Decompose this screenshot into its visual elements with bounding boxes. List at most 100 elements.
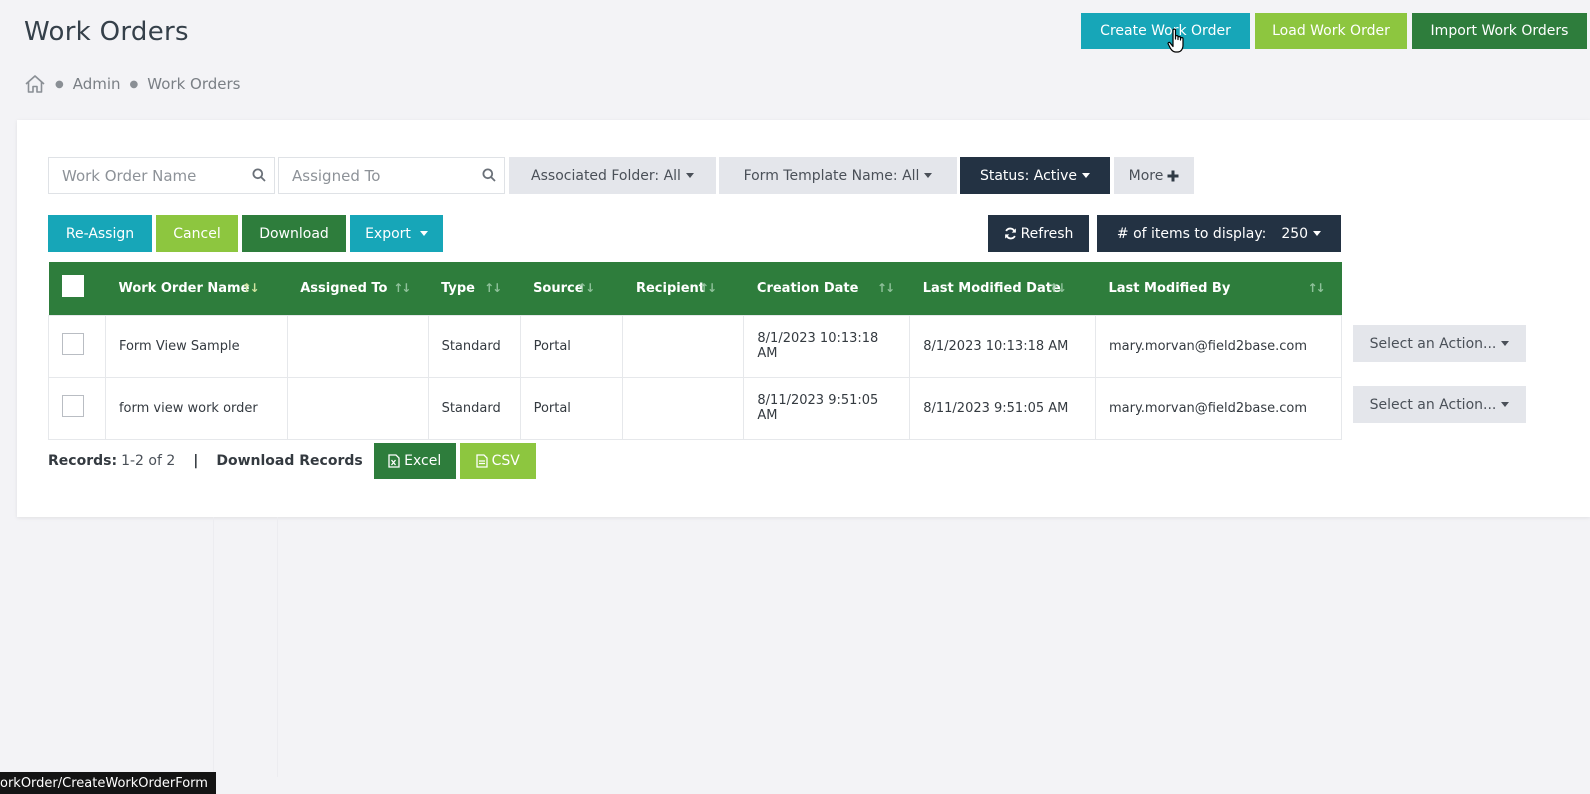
sort-asc-icon[interactable]: ↑↓: [241, 281, 259, 295]
associated-folder-dropdown[interactable]: Associated Folder: All: [509, 157, 716, 194]
excel-label: Excel: [404, 453, 442, 469]
column-header-assigned-to[interactable]: Assigned To ↑↓: [287, 262, 429, 315]
work-order-name-input[interactable]: [49, 165, 274, 186]
caret-down-icon: [1313, 231, 1322, 236]
import-work-orders-button[interactable]: Import Work Orders: [1412, 13, 1587, 49]
select-all-cell: [48, 262, 106, 315]
row-checkbox[interactable]: [62, 333, 84, 355]
sort-icon[interactable]: ↑↓: [1307, 281, 1325, 295]
items-label: # of items to display:: [1116, 225, 1267, 242]
caret-down-icon: [1501, 402, 1510, 407]
more-label: More: [1128, 167, 1164, 184]
row-action-select[interactable]: Select an Action...: [1353, 386, 1526, 423]
more-filters-button[interactable]: More: [1114, 157, 1194, 194]
excel-file-icon: [388, 454, 400, 468]
background-divider: [213, 517, 214, 777]
export-label: Export: [365, 225, 411, 242]
breadcrumb-separator: ●: [129, 78, 139, 90]
items-to-display-dropdown[interactable]: # of items to display: 250: [1097, 215, 1341, 252]
records-label: Records:: [48, 453, 118, 469]
breadcrumb: ● Admin ● Work Orders: [24, 74, 240, 94]
column-label: Last Modified Date: [922, 280, 1061, 296]
column-label: Type: [441, 280, 475, 296]
breadcrumb-separator: ●: [55, 78, 64, 90]
column-label: Last Modified By: [1108, 280, 1231, 296]
export-dropdown[interactable]: Export: [350, 215, 443, 252]
cell-source: Portal: [519, 314, 624, 378]
home-icon[interactable]: [24, 74, 46, 94]
sort-icon[interactable]: ↑↓: [877, 281, 895, 295]
work-order-name-search: [48, 157, 275, 194]
assigned-to-input[interactable]: [279, 165, 504, 186]
refresh-icon: [1004, 227, 1017, 240]
row-checkbox-cell: [48, 376, 106, 440]
hand-pointer-icon: [1167, 28, 1189, 58]
background-divider: [277, 517, 278, 777]
status-label: Status: Active: [979, 167, 1078, 184]
caret-down-icon: [685, 173, 694, 178]
sort-icon[interactable]: ↑↓: [699, 281, 717, 295]
column-header-last-modified-by[interactable]: Last Modified By ↑↓: [1095, 262, 1342, 315]
column-label: Recipient: [635, 280, 706, 296]
excel-download-button[interactable]: Excel: [373, 443, 456, 479]
cell-creation-date: 8/11/2023 9:51:05 AM: [743, 376, 911, 440]
top-actions: Create Work Order Load Work Order Import…: [1081, 13, 1587, 49]
plus-icon: [1167, 170, 1179, 182]
sort-icon[interactable]: ↑↓: [484, 281, 502, 295]
load-work-order-button[interactable]: Load Work Order: [1255, 13, 1407, 49]
search-icon[interactable]: [482, 168, 496, 182]
cancel-button[interactable]: Cancel: [156, 215, 238, 252]
table-header-row: Work Order Name ↑↓ Assigned To ↑↓ Type ↑↓ S…: [48, 262, 1342, 315]
cell-source: Portal: [519, 376, 624, 440]
breadcrumb-work-orders: Work Orders: [147, 75, 241, 93]
sort-icon[interactable]: ↑↓: [1049, 281, 1067, 295]
cell-recipient: [622, 376, 745, 440]
records-footer: Records: 1-2 of 2 | Download Records Exc…: [48, 443, 536, 479]
footer-divider: |: [193, 453, 199, 469]
caret-down-icon: [924, 173, 933, 178]
refresh-label: Refresh: [1020, 225, 1074, 242]
column-header-last-modified-date[interactable]: Last Modified Date ↑↓: [909, 262, 1096, 315]
form-template-label: Form Template Name: All: [743, 167, 920, 184]
create-work-order-button[interactable]: Create Work Order: [1081, 13, 1250, 49]
records-count: 1-2 of 2: [121, 453, 176, 469]
reassign-button[interactable]: Re-Assign: [48, 215, 152, 252]
cell-recipient: [622, 314, 745, 378]
caret-down-icon: [1501, 341, 1510, 346]
column-label: Assigned To: [300, 280, 388, 296]
row-action-label: Select an Action...: [1369, 335, 1497, 352]
refresh-button[interactable]: Refresh: [988, 215, 1089, 252]
column-header-source[interactable]: Source ↑↓: [520, 262, 623, 315]
cell-work-order-name[interactable]: Form View Sample: [104, 314, 288, 378]
row-action-select[interactable]: Select an Action...: [1353, 325, 1526, 362]
csv-label: CSV: [491, 453, 520, 469]
column-header-work-order-name[interactable]: Work Order Name ↑↓: [105, 262, 288, 315]
cell-last-modified-date: 8/11/2023 9:51:05 AM: [909, 376, 1096, 440]
cell-last-modified-date: 8/1/2023 10:13:18 AM: [909, 314, 1096, 378]
associated-folder-label: Associated Folder: All: [531, 167, 681, 184]
csv-download-button[interactable]: CSV: [459, 443, 536, 479]
cell-last-modified-by: mary.morvan@field2base.com: [1094, 376, 1343, 440]
breadcrumb-admin[interactable]: Admin: [73, 75, 121, 93]
sort-icon[interactable]: ↑↓: [577, 281, 595, 295]
cell-last-modified-by: mary.morvan@field2base.com: [1094, 314, 1343, 378]
cell-type: Standard: [427, 314, 521, 378]
column-label: Work Order Name: [118, 280, 250, 296]
column-header-creation-date[interactable]: Creation Date ↑↓: [743, 262, 910, 315]
download-button[interactable]: Download: [242, 215, 346, 252]
work-orders-table: Work Order Name ↑↓ Assigned To ↑↓ Type ↑↓ S…: [48, 262, 1343, 440]
work-orders-card: Associated Folder: All Form Template Nam…: [17, 120, 1590, 517]
column-header-type[interactable]: Type ↑↓: [428, 262, 521, 315]
page-title: Work Orders: [24, 17, 189, 47]
cell-work-order-name[interactable]: form view work order: [104, 376, 288, 440]
form-template-dropdown[interactable]: Form Template Name: All: [719, 157, 957, 194]
items-value: 250: [1281, 225, 1309, 242]
search-icon[interactable]: [252, 168, 266, 182]
status-dropdown[interactable]: Status: Active: [960, 157, 1110, 194]
cell-assigned-to: [286, 376, 429, 440]
table-row: form view work order Standard Portal 8/1…: [48, 376, 1343, 440]
sort-icon[interactable]: ↑↓: [393, 281, 411, 295]
column-header-recipient[interactable]: Recipient ↑↓: [622, 262, 744, 315]
row-checkbox[interactable]: [62, 395, 84, 417]
select-all-checkbox[interactable]: [61, 275, 84, 298]
